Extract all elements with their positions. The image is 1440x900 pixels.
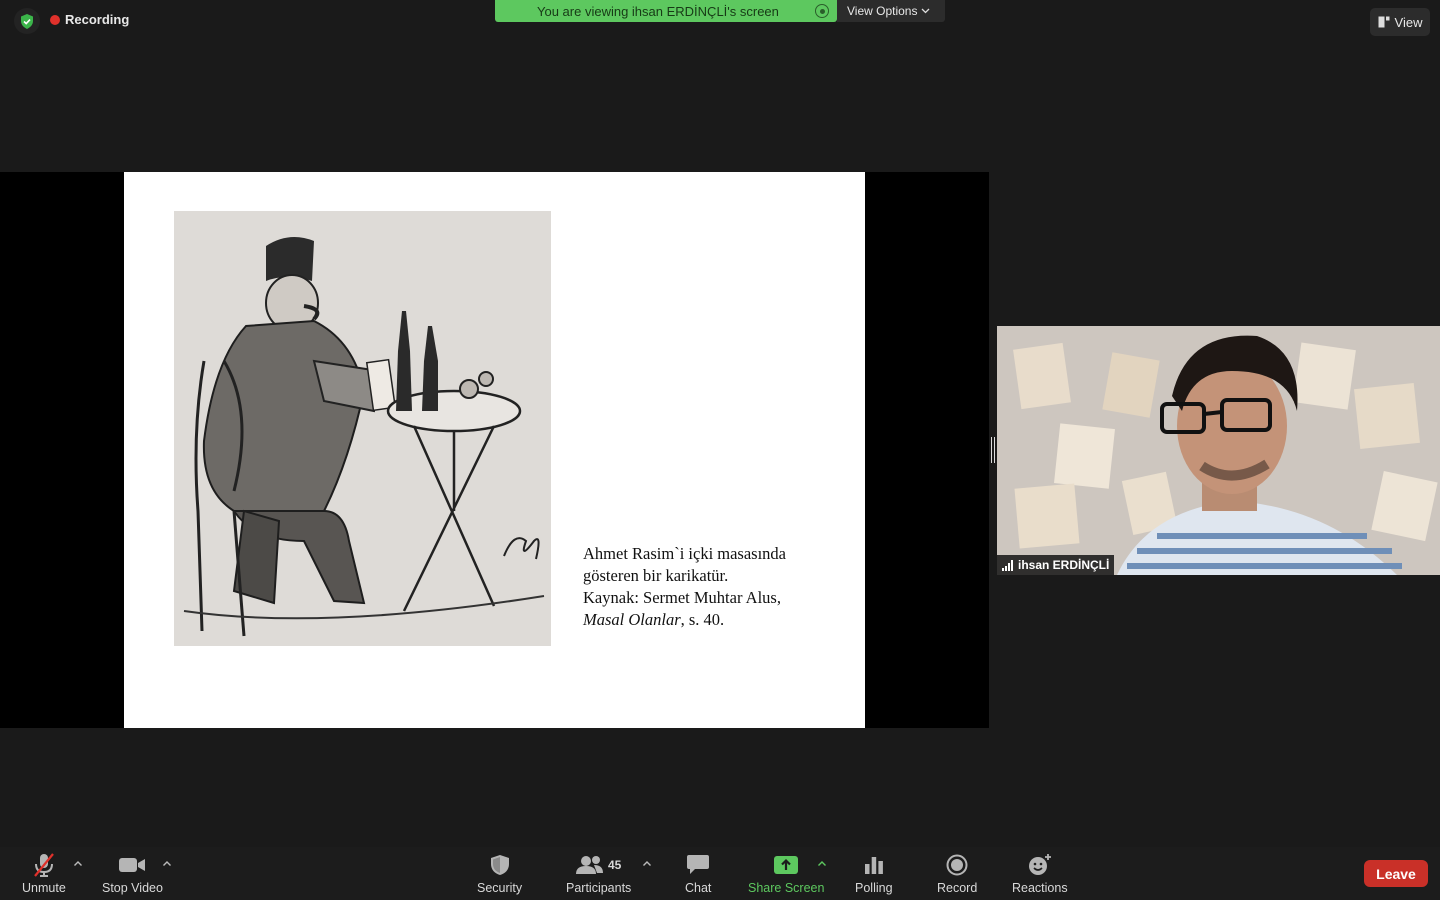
participants-icon (575, 856, 603, 874)
layout-icon (1378, 16, 1390, 28)
share-screen-icon (774, 856, 799, 874)
signal-strength-icon (1002, 559, 1013, 571)
slide-caption: Ahmet Rasim`i içki masasında gösteren bi… (583, 543, 843, 631)
leave-button[interactable]: Leave (1364, 860, 1428, 887)
shield-check-icon (21, 13, 33, 29)
participant-video-feed (997, 326, 1440, 575)
participant-name: ihsan ERDİNÇLİ (1018, 558, 1110, 572)
microphone-muted-icon (34, 853, 54, 877)
recording-indicator[interactable]: Recording (50, 12, 129, 27)
caption-line-3: Kaynak: Sermet Muhtar Alus, (583, 588, 781, 607)
meeting-toolbar: Unmute Stop Video Security 45 Participan… (0, 847, 1440, 900)
audio-options-chevron-up-icon[interactable] (73, 859, 83, 869)
banner-text: You are viewing ihsan ERDİNÇLİ's screen (537, 3, 779, 19)
view-label: View (1394, 14, 1423, 30)
reactions-label: Reactions (1012, 881, 1068, 895)
chat-bubble-icon (687, 855, 710, 874)
record-label: Record (937, 881, 978, 895)
record-button[interactable]: Record (937, 851, 977, 895)
video-options-chevron-up-icon[interactable] (162, 859, 172, 869)
shield-icon (490, 855, 509, 875)
caption-book-title: Masal Olanlar (583, 610, 681, 629)
record-icon (946, 854, 968, 876)
participants-label: Participants (566, 881, 632, 895)
polling-label: Polling (855, 881, 893, 895)
caption-line-2: gösteren bir karikatür. (583, 566, 729, 585)
participant-video-tile[interactable]: ihsan ERDİNÇLİ (997, 326, 1440, 575)
participant-name-tag: ihsan ERDİNÇLİ (997, 555, 1115, 575)
participants-button[interactable]: 45 Participants (566, 851, 631, 895)
unmute-label: Unmute (22, 881, 66, 895)
presentation-slide: Ahmet Rasim`i içki masasında gösteren bi… (124, 172, 865, 728)
security-button[interactable]: Security (477, 851, 522, 895)
chat-label: Chat (685, 881, 712, 895)
caricature-image (174, 211, 551, 646)
bar-chart-icon (864, 857, 883, 874)
participants-count: 45 (607, 858, 622, 872)
stop-video-button[interactable]: Stop Video (102, 851, 163, 895)
chat-button[interactable]: Chat (685, 851, 711, 895)
smiley-plus-icon (1028, 854, 1051, 875)
unmute-button[interactable]: Unmute (22, 851, 66, 895)
caption-line-4: Masal Olanlar, s. 40. (583, 609, 843, 631)
caption-line-1: Ahmet Rasim`i içki masasında (583, 544, 787, 563)
chevron-down-icon (922, 8, 930, 14)
share-screen-label: Share Screen (748, 881, 825, 895)
view-button[interactable]: View (1370, 8, 1430, 36)
share-screen-button[interactable]: Share Screen (748, 851, 824, 895)
recording-dot-icon (50, 14, 60, 25)
resize-divider-handle[interactable] (991, 437, 995, 463)
viewing-screen-banner: You are viewing ihsan ERDİNÇLİ's screen (495, 0, 837, 22)
view-options-button[interactable]: View Options (837, 0, 945, 22)
share-options-chevron-up-icon[interactable] (817, 859, 827, 869)
view-options-label: View Options (847, 4, 918, 18)
stop-view-icon[interactable] (815, 4, 829, 18)
participants-options-chevron-up-icon[interactable] (642, 859, 652, 869)
polling-button[interactable]: Polling (855, 851, 893, 895)
shared-screen[interactable]: Ahmet Rasim`i içki masasında gösteren bi… (0, 172, 989, 728)
recording-label: Recording (65, 12, 130, 27)
security-shield-icon[interactable] (14, 8, 40, 34)
video-camera-icon (119, 858, 146, 872)
caption-page: , s. 40. (680, 610, 725, 629)
stop-video-label: Stop Video (102, 881, 163, 895)
security-label: Security (477, 881, 523, 895)
reactions-button[interactable]: Reactions (1012, 851, 1068, 895)
